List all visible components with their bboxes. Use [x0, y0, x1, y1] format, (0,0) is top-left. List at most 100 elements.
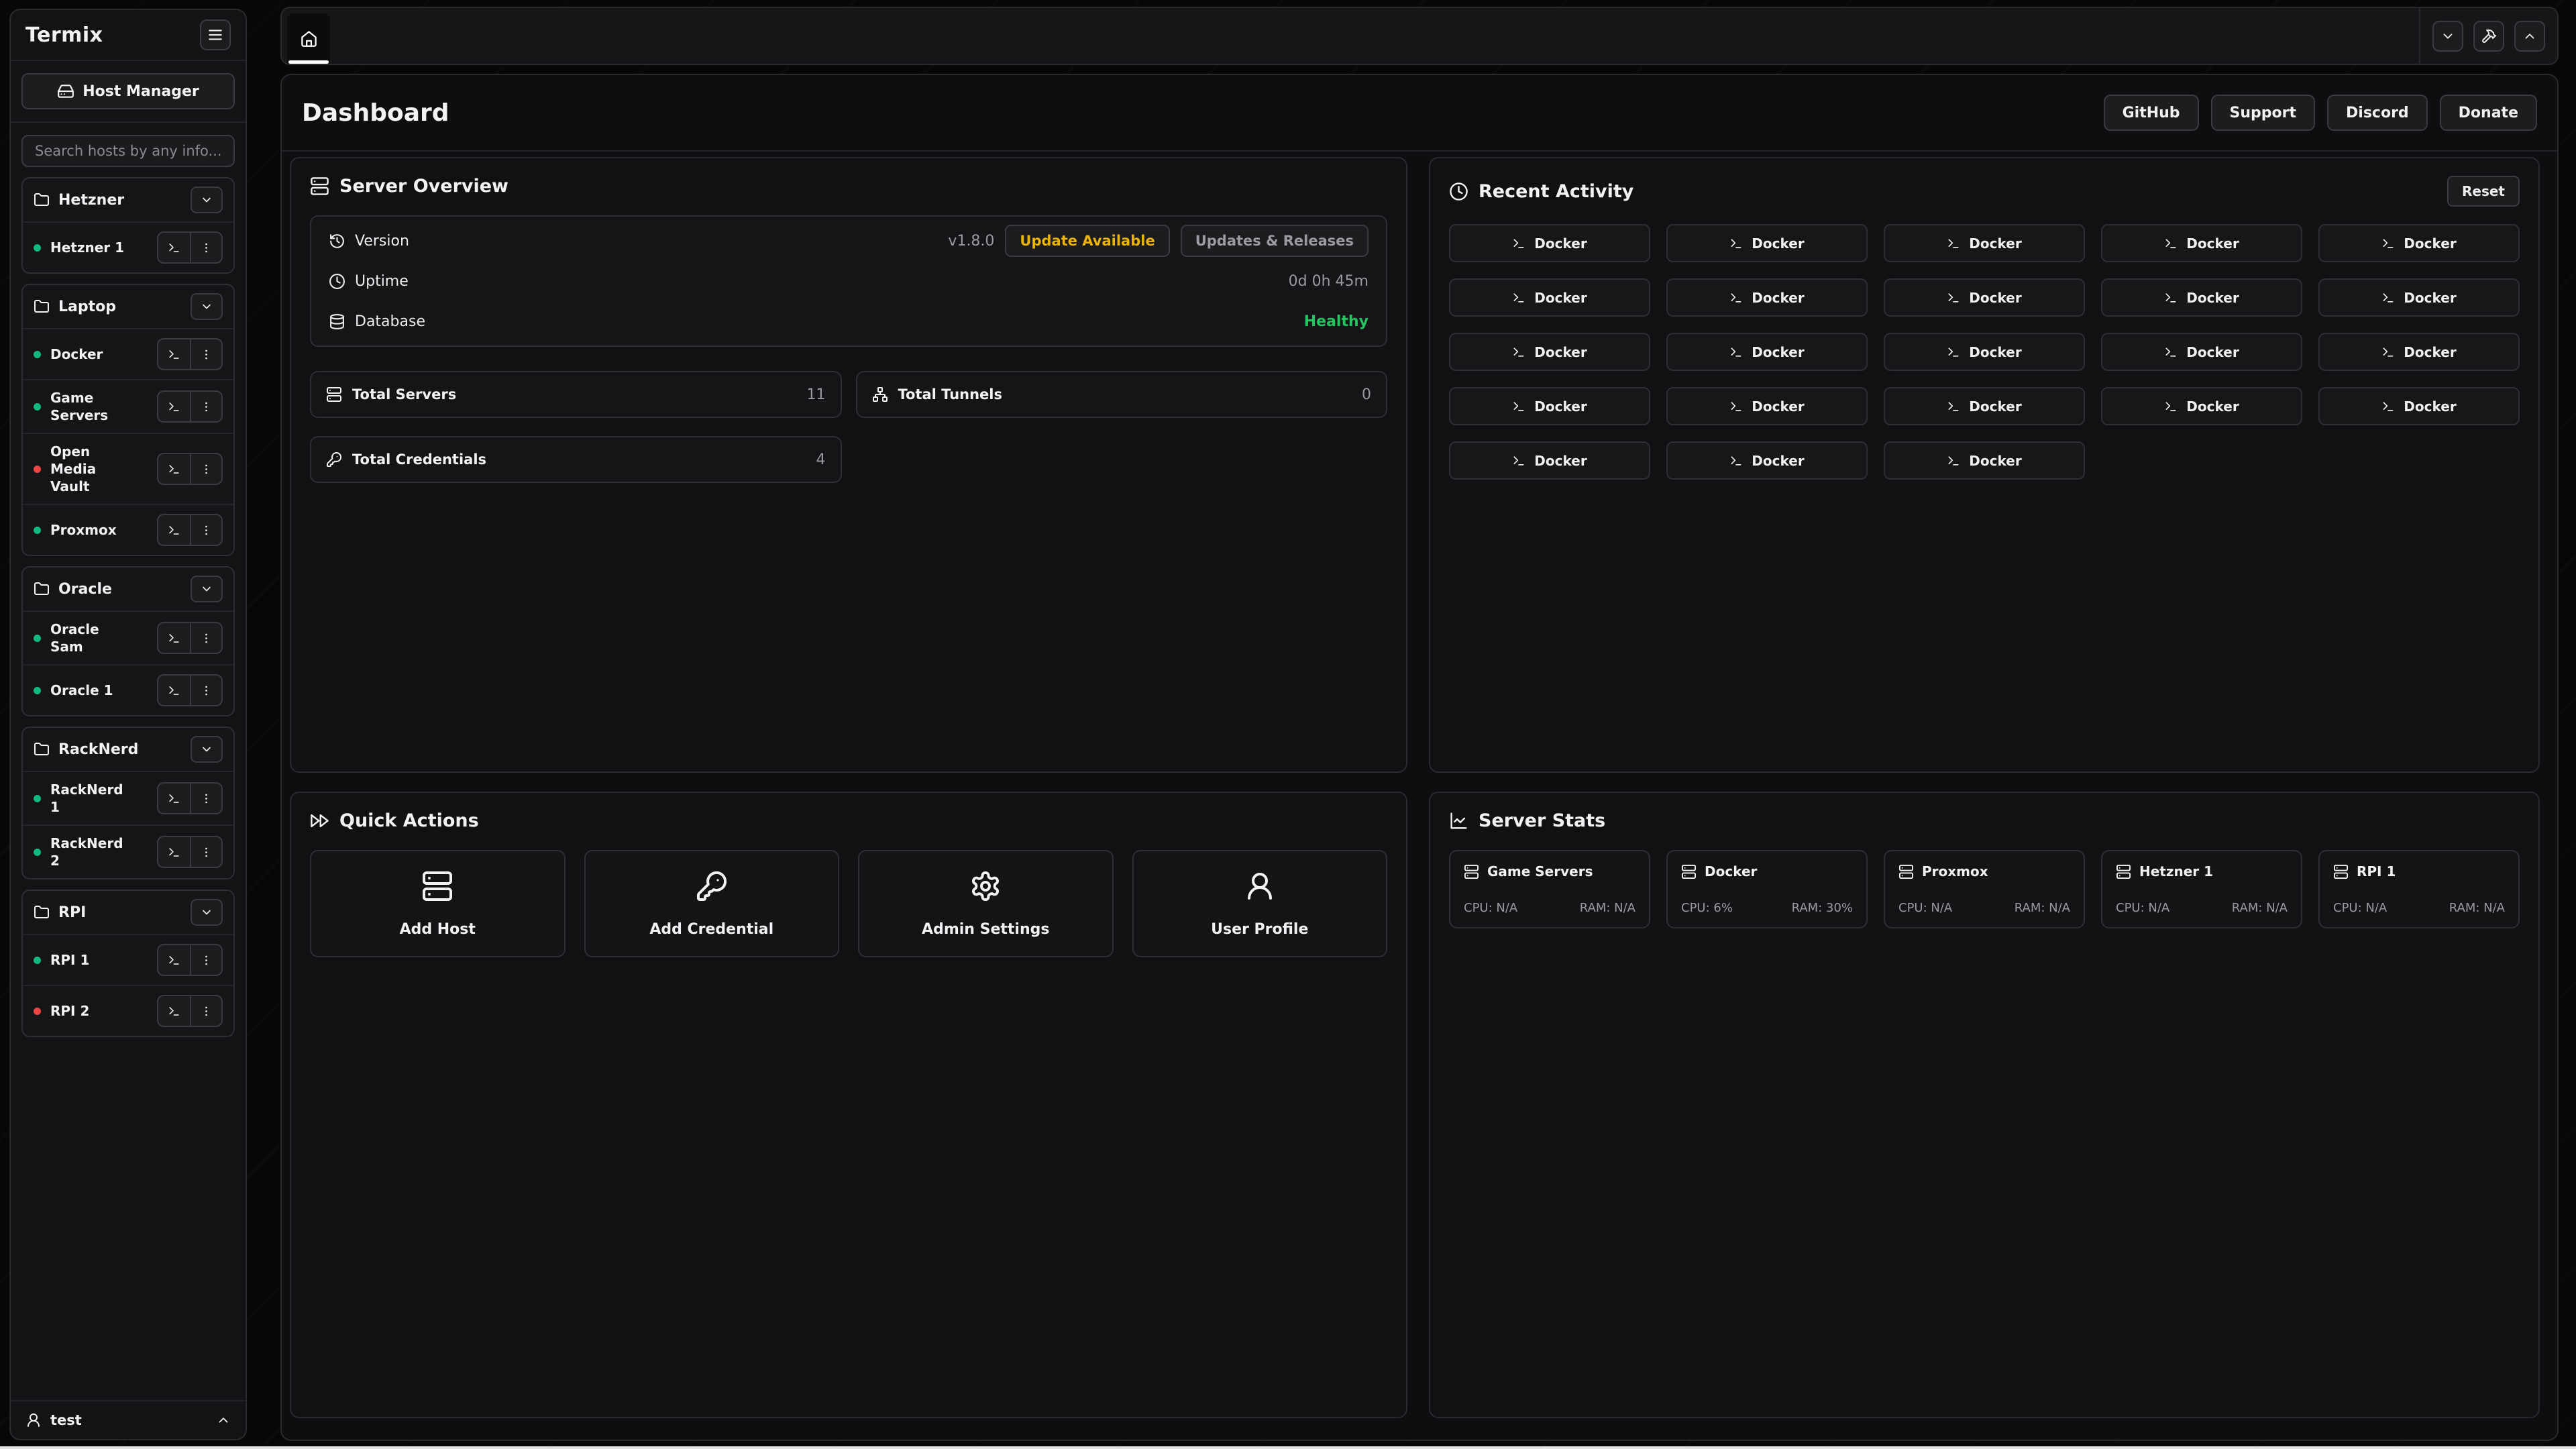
group-collapse-button[interactable] — [191, 576, 223, 602]
open-terminal-button[interactable] — [158, 623, 190, 653]
host-options-button[interactable] — [190, 233, 221, 262]
host-options-button[interactable] — [190, 454, 221, 484]
activity-item-label: Docker — [1534, 344, 1587, 360]
host-row[interactable]: Hetzner 1 — [23, 221, 233, 272]
updates-releases-button[interactable]: Updates & Releases — [1181, 225, 1368, 257]
search-input[interactable] — [21, 135, 235, 167]
activity-item-label: Docker — [1969, 235, 2021, 252]
activity-item-button[interactable]: Docker — [1666, 333, 1868, 371]
quick-action-label: Add Host — [400, 921, 476, 938]
host-row[interactable]: Game Servers — [23, 379, 233, 433]
group-collapse-button[interactable] — [191, 186, 223, 213]
open-terminal-button[interactable] — [158, 339, 190, 369]
host-row[interactable]: Oracle Sam — [23, 610, 233, 664]
activity-item-button[interactable]: Docker — [2318, 333, 2520, 371]
open-terminal-button[interactable] — [158, 996, 190, 1026]
quick-action-card[interactable]: Add Credential — [584, 850, 840, 957]
activity-item-button[interactable]: Docker — [2101, 224, 2302, 262]
header-link-discord[interactable]: Discord — [2327, 95, 2428, 131]
user-icon — [25, 1412, 42, 1428]
activity-item-button[interactable]: Docker — [1449, 333, 1650, 371]
server-stat-name: Hetzner 1 — [2139, 863, 2213, 879]
activity-item-button[interactable]: Docker — [1884, 387, 2085, 425]
host-row[interactable]: RPI 1 — [23, 934, 233, 985]
activity-item-button[interactable]: Docker — [1666, 387, 1868, 425]
user-menu[interactable]: test — [11, 1400, 246, 1439]
host-options-button[interactable] — [190, 837, 221, 867]
activity-item-button[interactable]: Docker — [1884, 278, 2085, 317]
host-manager-button[interactable]: Host Manager — [21, 73, 235, 109]
open-terminal-button[interactable] — [158, 837, 190, 867]
sidebar-menu-button[interactable] — [200, 19, 231, 50]
server-stat-cpu: CPU: N/A — [1898, 901, 1952, 915]
activity-item-button[interactable]: Docker — [1666, 278, 1868, 317]
kebab-menu-icon — [200, 792, 213, 805]
header-link-donate[interactable]: Donate — [2440, 95, 2537, 131]
activity-item-button[interactable]: Docker — [1449, 224, 1650, 262]
activity-item-button[interactable]: Docker — [2101, 333, 2302, 371]
collapse-down-button[interactable] — [2432, 21, 2463, 52]
header-link-github[interactable]: GitHub — [2104, 95, 2199, 131]
host-row[interactable]: Docker — [23, 328, 233, 379]
host-row[interactable]: RackNerd 2 — [23, 824, 233, 878]
open-terminal-button[interactable] — [158, 515, 190, 545]
reset-button[interactable]: Reset — [2447, 176, 2520, 207]
uptime-row: Uptime 0d 0h 45m — [329, 261, 1368, 301]
home-icon — [300, 30, 318, 48]
status-dot — [34, 795, 41, 802]
activity-item-button[interactable]: Docker — [1884, 333, 2085, 371]
activity-item-button[interactable]: Docker — [1884, 441, 2085, 480]
host-row[interactable]: Oracle 1 — [23, 664, 233, 715]
activity-item-button[interactable]: Docker — [2318, 224, 2520, 262]
group-collapse-button[interactable] — [191, 293, 223, 320]
host-options-button[interactable] — [190, 623, 221, 653]
open-terminal-button[interactable] — [158, 676, 190, 705]
host-options-button[interactable] — [190, 339, 221, 369]
group-collapse-button[interactable] — [191, 899, 223, 926]
tab-home[interactable] — [287, 13, 330, 64]
quick-action-card[interactable]: User Profile — [1132, 850, 1388, 957]
activity-item-button[interactable]: Docker — [1449, 387, 1650, 425]
activity-item-button[interactable]: Docker — [1449, 441, 1650, 480]
open-terminal-button[interactable] — [158, 784, 190, 813]
host-row[interactable]: RPI 2 — [23, 985, 233, 1036]
open-terminal-button[interactable] — [158, 945, 190, 975]
group-collapse-button[interactable] — [191, 736, 223, 763]
quick-action-card[interactable]: Add Host — [310, 850, 566, 957]
activity-item-button[interactable]: Docker — [1666, 441, 1868, 480]
activity-item-button[interactable]: Docker — [2318, 278, 2520, 317]
terminal-icon — [2164, 291, 2178, 305]
key-icon — [326, 451, 342, 468]
host-row[interactable]: Proxmox — [23, 504, 233, 555]
activity-item-button[interactable]: Docker — [2101, 387, 2302, 425]
quick-action-card[interactable]: Admin Settings — [858, 850, 1114, 957]
server-stat-card: Game Servers CPU: N/A RAM: N/A — [1449, 850, 1650, 928]
host-options-button[interactable] — [190, 676, 221, 705]
host-name: RPI 1 — [50, 951, 89, 969]
open-terminal-button[interactable] — [158, 392, 190, 421]
uptime-label: Uptime — [355, 273, 409, 290]
host-options-button[interactable] — [190, 996, 221, 1026]
activity-item-button[interactable]: Docker — [1449, 278, 1650, 317]
header-link-support[interactable]: Support — [2211, 95, 2315, 131]
host-row[interactable]: RackNerd 1 — [23, 771, 233, 824]
tools-button[interactable] — [2473, 21, 2504, 52]
hammer-icon — [2481, 28, 2497, 44]
activity-item-label: Docker — [1752, 344, 1804, 360]
activity-item-button[interactable]: Docker — [1666, 224, 1868, 262]
host-options-button[interactable] — [190, 515, 221, 545]
open-terminal-button[interactable] — [158, 233, 190, 262]
clock-icon — [1449, 182, 1468, 201]
server-icon — [326, 386, 342, 402]
host-options-button[interactable] — [190, 392, 221, 421]
host-options-button[interactable] — [190, 784, 221, 813]
activity-item-button[interactable]: Docker — [2318, 387, 2520, 425]
activity-item-button[interactable]: Docker — [2101, 278, 2302, 317]
update-available-button[interactable]: Update Available — [1005, 225, 1169, 257]
collapse-up-button[interactable] — [2514, 21, 2545, 52]
open-terminal-button[interactable] — [158, 454, 190, 484]
host-row[interactable]: Open Media Vault — [23, 433, 233, 504]
activity-item-button[interactable]: Docker — [1884, 224, 2085, 262]
host-options-button[interactable] — [190, 945, 221, 975]
terminal-icon — [2381, 291, 2395, 305]
